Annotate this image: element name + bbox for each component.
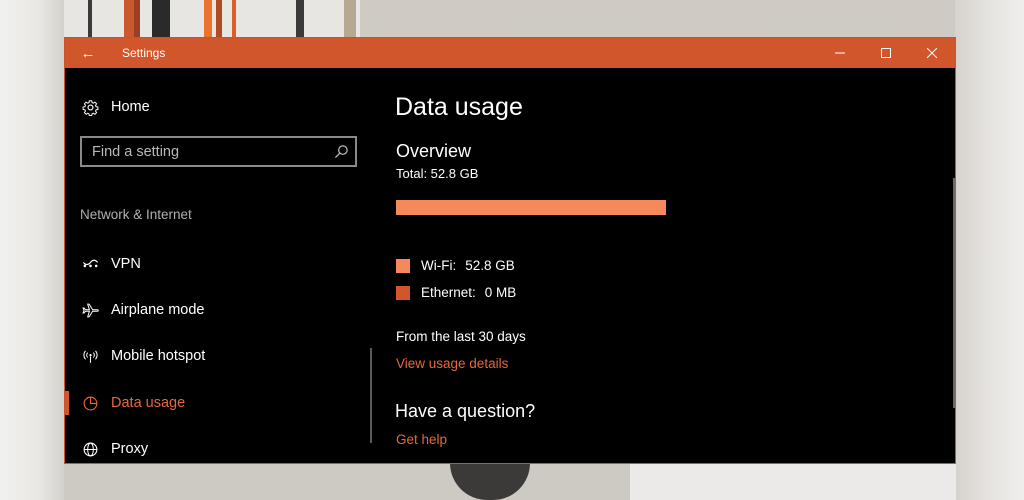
backdrop-wall-right [955, 0, 1024, 500]
minimize-button[interactable] [817, 38, 863, 68]
globe-icon [78, 437, 102, 461]
vpn-icon [78, 252, 102, 276]
search-input[interactable] [82, 138, 327, 165]
window-title: Settings [122, 46, 166, 60]
usage-bar [396, 200, 666, 215]
sidebar-item-data-usage[interactable]: Data usage [65, 384, 375, 422]
window-controls [817, 38, 955, 68]
close-icon [927, 48, 937, 58]
backdrop-paper [630, 463, 956, 500]
content-pane: Data usage Overview Total: 52.8 GB Wi-Fi… [395, 68, 945, 463]
sidebar-item-label: Airplane mode [111, 302, 205, 318]
period-text: From the last 30 days [396, 329, 526, 344]
airplane-icon [78, 298, 102, 322]
search-icon[interactable] [327, 138, 355, 165]
sidebar-item-mobile-hotspot[interactable]: Mobile hotspot [65, 337, 375, 375]
section-heading: Network & Internet [80, 207, 192, 222]
sidebar-item-vpn[interactable]: VPN [65, 245, 375, 283]
question-heading: Have a question? [395, 401, 536, 421]
back-arrow-icon: ← [80, 44, 96, 62]
sidebar-item-label: Data usage [111, 395, 186, 411]
view-usage-details-link[interactable]: View usage details [396, 356, 508, 371]
sidebar: Home Network & Internet VPN Airplane mod… [65, 68, 375, 463]
usage-bar-fill [396, 200, 666, 215]
selection-indicator [65, 391, 69, 415]
legend-label: Ethernet: [421, 285, 476, 300]
content-scrollbar[interactable] [953, 178, 955, 408]
maximize-button[interactable] [863, 38, 909, 68]
total-usage: Total: 52.8 GB [396, 166, 479, 181]
search-box[interactable] [80, 136, 357, 167]
legend-swatch [396, 258, 410, 273]
backdrop-bookshelf [64, 0, 364, 40]
sidebar-item-airplane-mode[interactable]: Airplane mode [65, 291, 375, 329]
legend-label: Wi-Fi: [421, 258, 457, 273]
sidebar-scroll-indicator[interactable] [370, 348, 372, 443]
sidebar-item-proxy[interactable]: Proxy [65, 430, 375, 463]
get-help-link[interactable]: Get help [396, 432, 447, 447]
sidebar-item-label: Home [111, 99, 150, 115]
title-bar[interactable]: ← Settings [65, 38, 955, 68]
minimize-icon [835, 52, 845, 54]
overview-heading: Overview [396, 141, 472, 161]
backdrop-wall-left [0, 0, 64, 500]
sidebar-item-label: VPN [111, 256, 141, 272]
page-title: Data usage [395, 93, 523, 121]
close-button[interactable] [909, 38, 955, 68]
gear-icon [78, 95, 102, 119]
legend-swatch [396, 285, 410, 300]
sidebar-item-label: Proxy [111, 441, 149, 457]
legend-item-ethernet: Ethernet: 0 MB [396, 285, 516, 300]
hotspot-icon [78, 344, 102, 368]
maximize-icon [881, 48, 891, 58]
legend-value: 52.8 GB [465, 258, 515, 273]
settings-window: ← Settings Home Netw [64, 37, 956, 464]
back-button[interactable]: ← [65, 38, 111, 68]
sidebar-item-home[interactable]: Home [65, 88, 375, 126]
legend-value: 0 MB [484, 285, 517, 300]
sidebar-item-label: Mobile hotspot [111, 348, 206, 364]
pie-chart-icon [78, 391, 102, 415]
legend-item-wifi: Wi-Fi: 52.8 GB [396, 258, 515, 273]
